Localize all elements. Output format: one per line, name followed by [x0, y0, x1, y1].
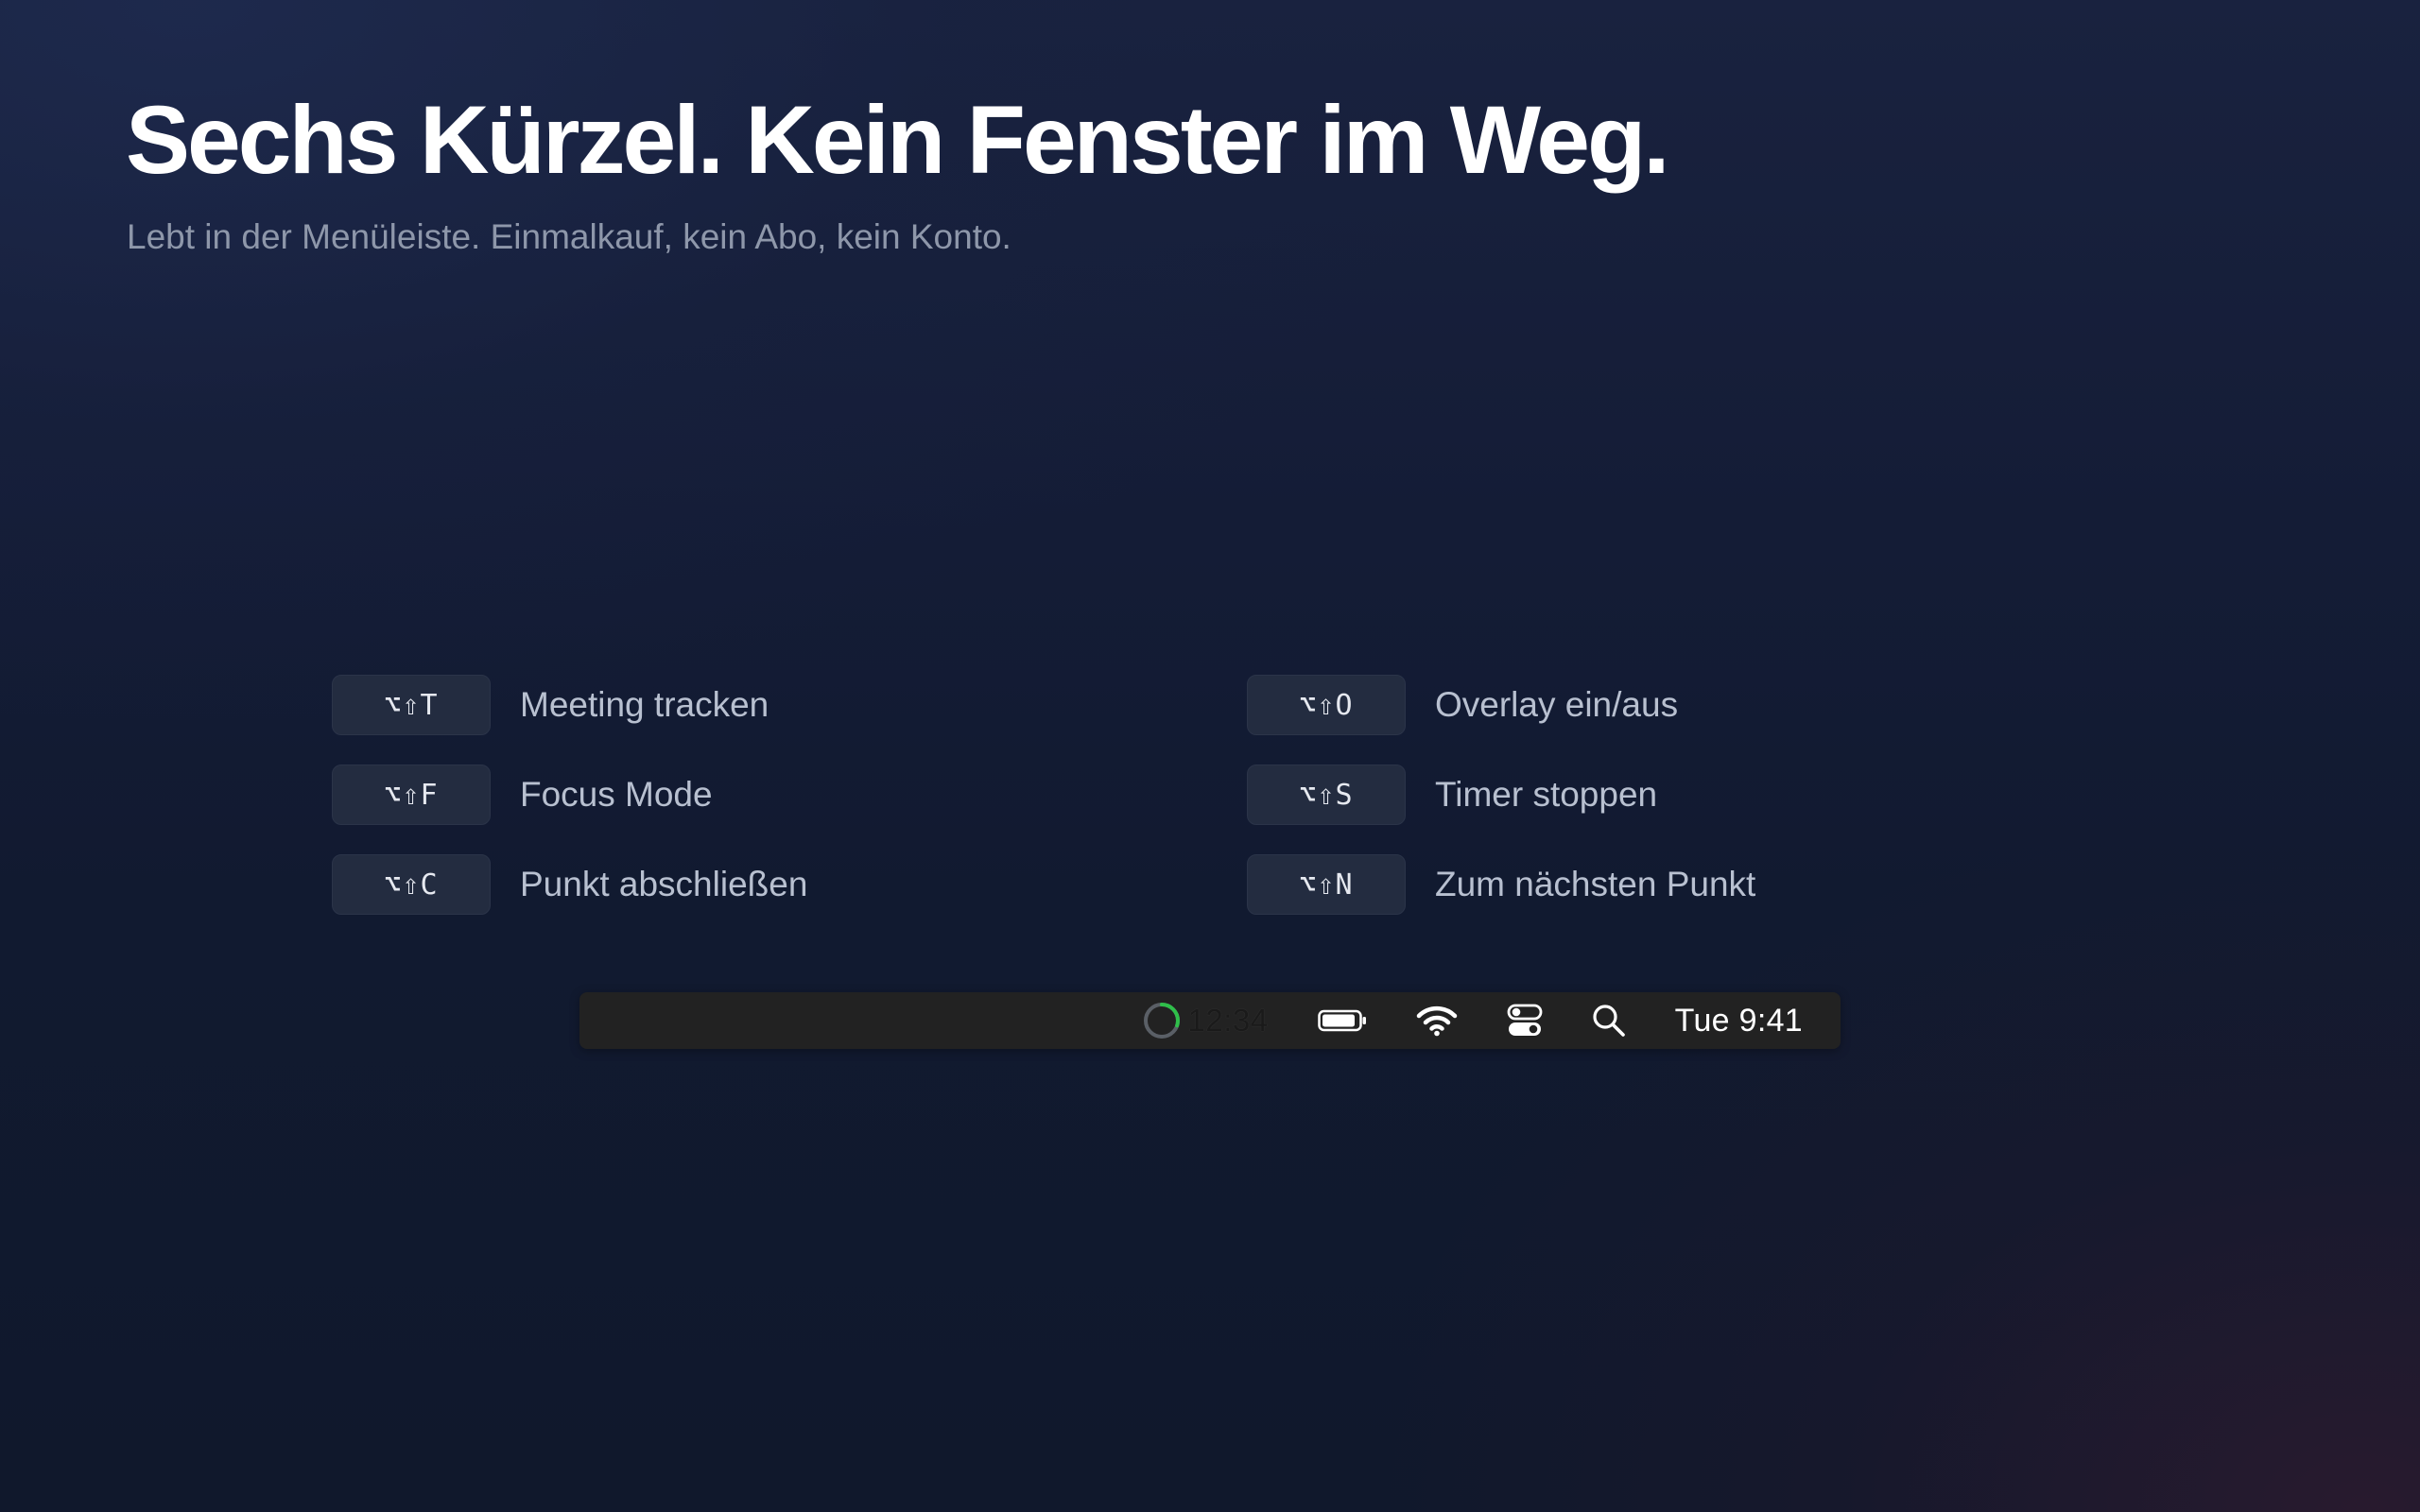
- shortcut-label: Focus Mode: [520, 775, 713, 814]
- keycap: ⌥⇧O: [1247, 675, 1406, 735]
- shortcut-row-focus: ⌥⇧F Focus Mode: [332, 765, 713, 825]
- shortcut-label: Punkt abschließen: [520, 865, 808, 903]
- clock-item[interactable]: Tue 9:41: [1675, 1003, 1803, 1040]
- keycap: ⌥⇧T: [332, 675, 491, 735]
- shortcut-label: Meeting tracken: [520, 685, 769, 724]
- shortcut-row-overlay: ⌥⇧O Overlay ein/aus: [1247, 675, 1678, 735]
- shortcut-row-stop: ⌥⇧S Timer stoppen: [1247, 765, 1657, 825]
- menu-bar: 12:34 Tue 9:41: [579, 992, 1841, 1049]
- shortcut-label: Overlay ein/aus: [1435, 685, 1679, 724]
- shortcut-label: Zum nächsten Punkt: [1435, 865, 1756, 903]
- control-center-item[interactable]: [1507, 1004, 1543, 1038]
- keycap: ⌥⇧C: [332, 854, 491, 915]
- wifi-icon: [1416, 1005, 1457, 1037]
- timer-time: 12:34: [1187, 1003, 1269, 1038]
- shortcut-grid: ⌥⇧T Meeting tracken ⌥⇧F Focus Mode ⌥⇧C P…: [332, 675, 1939, 917]
- battery-icon: [1317, 1009, 1366, 1032]
- shortcut-row-meeting: ⌥⇧T Meeting tracken: [332, 675, 769, 735]
- timer-ring-icon: [1143, 1003, 1180, 1039]
- control-center-icon: [1507, 1004, 1543, 1036]
- search-icon: [1593, 1005, 1625, 1037]
- keycap: ⌥⇧F: [332, 765, 491, 825]
- keycap: ⌥⇧N: [1247, 854, 1406, 915]
- hero-title: Sechs Kürzel. Kein Fenster im Weg.: [126, 86, 1670, 194]
- shortcut-row-complete: ⌥⇧C Punkt abschließen: [332, 854, 807, 915]
- shortcut-label: Timer stoppen: [1435, 775, 1658, 814]
- spotlight-search-item[interactable]: [1592, 1004, 1626, 1038]
- clock-text: Tue 9:41: [1674, 1002, 1803, 1039]
- wifi-status-item[interactable]: [1416, 1005, 1458, 1037]
- battery-status-item[interactable]: [1317, 1008, 1367, 1033]
- timer-status-item[interactable]: 12:34: [1143, 1002, 1269, 1040]
- keycap: ⌥⇧S: [1247, 765, 1406, 825]
- hero-subtitle: Lebt in der Menüleiste. Einmalkauf, kein…: [127, 217, 1011, 256]
- shortcut-row-next: ⌥⇧N Zum nächsten Punkt: [1247, 854, 1755, 915]
